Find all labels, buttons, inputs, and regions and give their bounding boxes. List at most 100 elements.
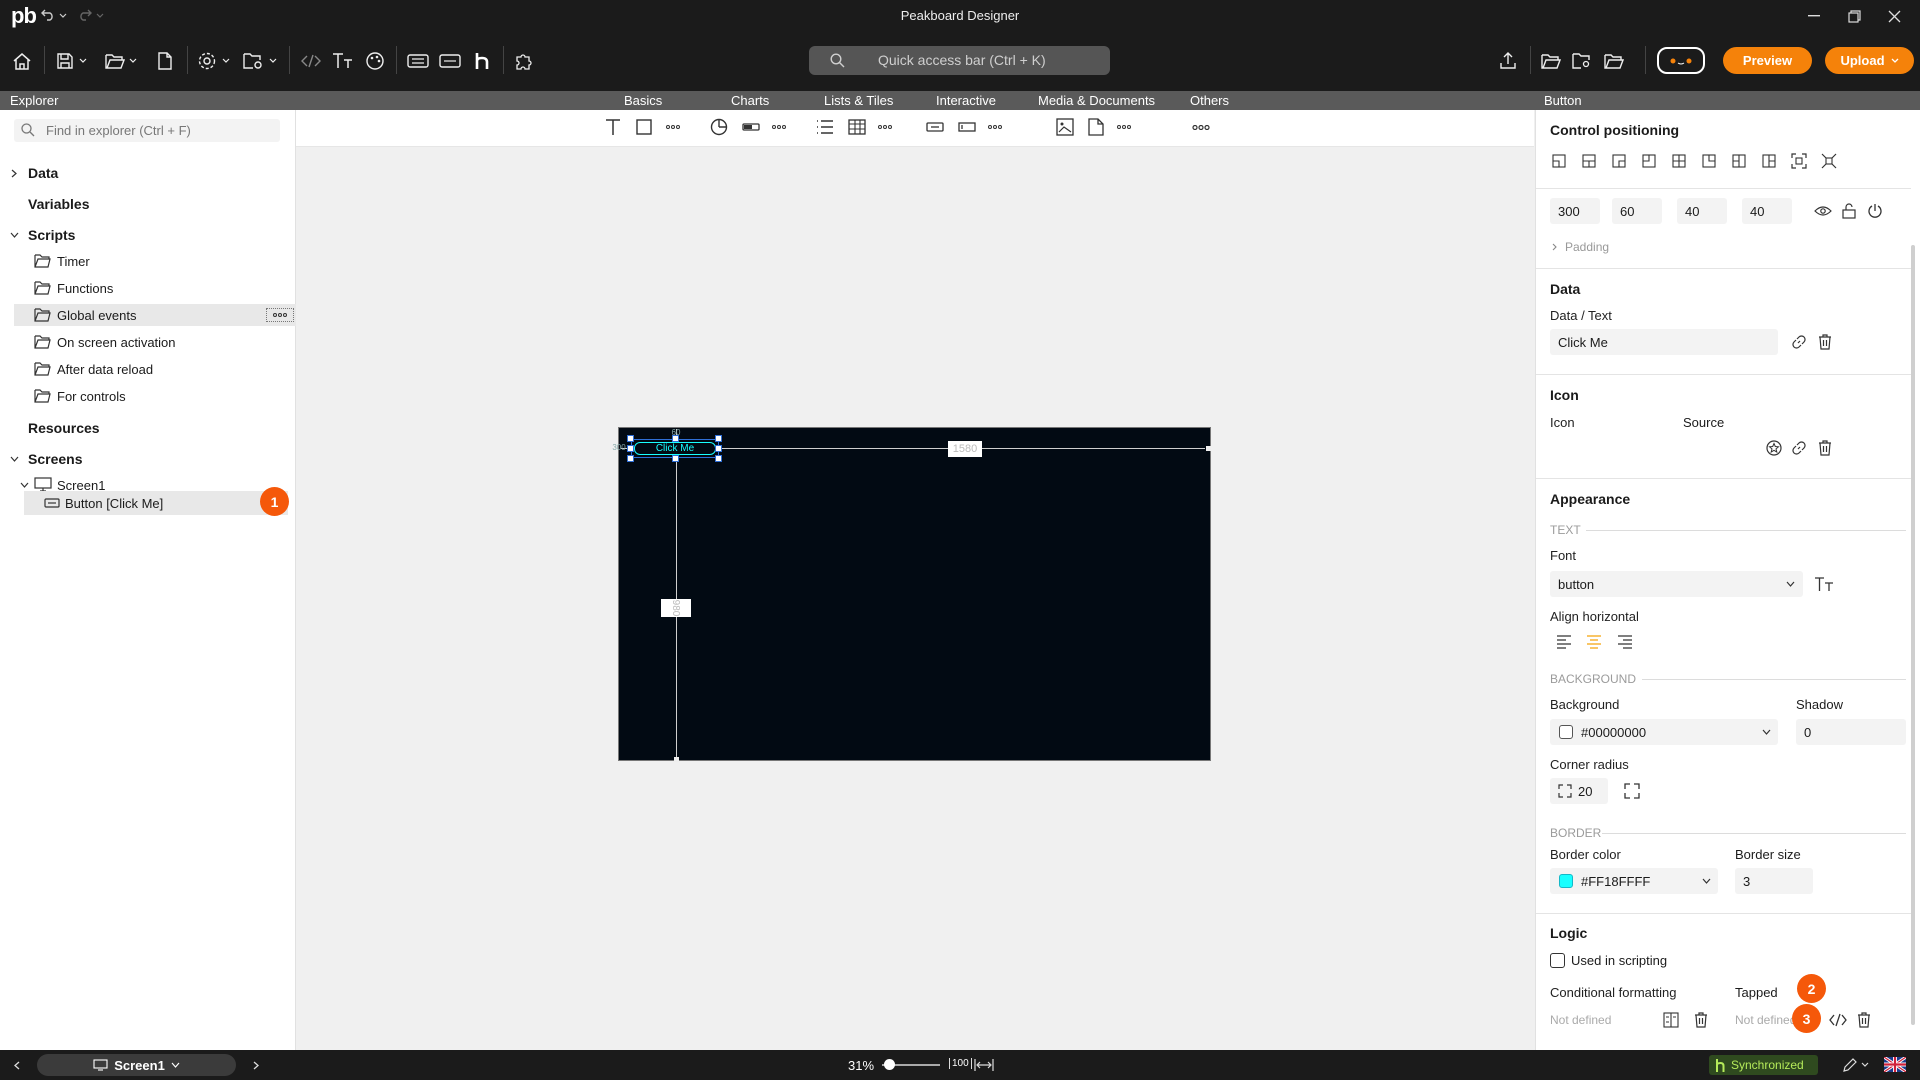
resize-handle-left[interactable] [627, 445, 634, 452]
resize-handle-bottom[interactable] [672, 455, 679, 462]
resize-handle-top[interactable] [672, 435, 679, 442]
tool-category-interactive[interactable]: Interactive [936, 93, 996, 108]
conditional-formatting-edit-icon[interactable] [1661, 1010, 1681, 1030]
trash-icon[interactable] [1815, 438, 1835, 458]
link-icon[interactable] [1789, 332, 1809, 352]
resize-handle-bottom-left[interactable] [627, 455, 634, 462]
trash-icon[interactable] [1691, 1010, 1711, 1030]
tool-category-lists-tiles[interactable]: Lists & Tiles [824, 93, 893, 108]
list-tool-icon[interactable] [815, 117, 835, 137]
tool-category-media-documents[interactable]: Media & Documents [1038, 93, 1155, 108]
open-dropdown-icon[interactable] [128, 55, 138, 65]
position-top-field[interactable]: 60 [1612, 198, 1662, 224]
tree-item-button-click-me[interactable]: Button [Click Me] [24, 491, 288, 515]
export-icon[interactable] [1497, 50, 1519, 72]
trash-icon[interactable] [1854, 1010, 1874, 1030]
zoom-slider-thumb[interactable] [884, 1059, 895, 1070]
palette-icon[interactable] [364, 50, 386, 72]
pen-dropdown-icon[interactable] [1861, 1062, 1869, 1067]
more-media-icon[interactable] [1114, 117, 1134, 137]
open-folder-icon[interactable] [104, 50, 126, 72]
pie-chart-tool-icon[interactable] [709, 117, 729, 137]
resize-handle-right[interactable] [715, 445, 722, 452]
resize-handle-top-left[interactable] [627, 435, 634, 442]
background-color-select[interactable]: #00000000 [1550, 719, 1778, 745]
align-middle-right-icon[interactable] [1760, 152, 1778, 170]
zoom-slider[interactable] [882, 1059, 940, 1070]
resize-handle-bottom-right[interactable] [715, 455, 722, 462]
folder-open-icon[interactable] [1603, 50, 1625, 72]
script-item-timer[interactable]: Timer [0, 250, 296, 272]
align-top-center-icon[interactable] [1580, 152, 1598, 170]
align-bottom-right-icon[interactable] [1700, 152, 1718, 170]
sdata-icon[interactable] [438, 50, 462, 72]
script-item-after-data-reload[interactable]: After data reload [0, 358, 296, 380]
home-icon[interactable] [10, 50, 34, 72]
more-charts-icon[interactable] [769, 117, 789, 137]
chevron-down-icon[interactable] [10, 456, 19, 462]
more-interactive-icon[interactable] [985, 117, 1005, 137]
lock-icon[interactable] [1839, 201, 1859, 221]
save-dropdown-icon[interactable] [78, 55, 88, 65]
chevron-right-icon[interactable] [1552, 243, 1557, 251]
align-center-text-icon[interactable] [1584, 633, 1604, 651]
data-text-input[interactable]: Click Me [1550, 329, 1778, 355]
tree-item-variables[interactable]: Variables [0, 193, 296, 215]
chevron-right-icon[interactable] [11, 169, 17, 178]
stretch-icon[interactable] [1790, 152, 1808, 170]
tree-item-screens[interactable]: Screens [0, 448, 296, 470]
progress-bar-tool-icon[interactable] [741, 117, 761, 137]
shared-folder-icon[interactable] [1571, 50, 1593, 72]
fit-width-icon[interactable] [974, 1058, 994, 1072]
icon-picker-icon[interactable] [1764, 438, 1784, 458]
preview-button[interactable]: Preview [1723, 47, 1812, 74]
more-basics-icon[interactable] [663, 117, 683, 137]
settings-dropdown-icon[interactable] [221, 55, 231, 65]
script-item-on-screen-activation[interactable]: On screen activation [0, 331, 296, 353]
tool-category-charts[interactable]: Charts [731, 93, 769, 108]
resize-handle-top-right[interactable] [715, 435, 722, 442]
text-style-icon[interactable] [1812, 574, 1836, 594]
align-left-icon[interactable] [1554, 633, 1574, 651]
corner-radius-individual-icon[interactable] [1622, 781, 1642, 801]
table-tool-icon[interactable] [847, 117, 867, 137]
border-color-select[interactable]: #FF18FFFF [1550, 868, 1718, 894]
chevron-down-icon[interactable] [20, 482, 29, 488]
new-file-icon[interactable] [154, 50, 176, 72]
power-icon[interactable] [1865, 201, 1885, 221]
quick-access-bar[interactable]: Quick access bar (Ctrl + K) [809, 46, 1110, 75]
box-connection-icon[interactable] [1657, 47, 1705, 74]
odata-icon[interactable] [406, 50, 430, 72]
screen-selector[interactable]: Screen1 [37, 1054, 236, 1076]
align-right-icon[interactable] [1615, 633, 1635, 651]
tree-item-data[interactable]: Data [0, 162, 296, 184]
position-left-field[interactable]: 300 [1550, 198, 1600, 224]
height-field[interactable]: 40 [1742, 198, 1792, 224]
fill-parent-icon[interactable] [1820, 152, 1838, 170]
tree-item-resources[interactable]: Resources [0, 417, 296, 439]
chevron-down-icon[interactable] [10, 232, 19, 238]
align-top-right-icon[interactable] [1610, 152, 1628, 170]
padding-toggle[interactable]: Padding [1565, 240, 1609, 254]
settings-gear-icon[interactable] [196, 50, 218, 72]
visibility-eye-icon[interactable] [1813, 202, 1833, 220]
used-in-scripting-checkbox[interactable] [1550, 953, 1565, 968]
extensions-icon[interactable] [513, 50, 535, 72]
close-icon[interactable] [1882, 6, 1906, 26]
zoom-100-button[interactable]: 100 [949, 1058, 972, 1069]
more-lists-icon[interactable] [875, 117, 895, 137]
rectangle-tool-icon[interactable] [634, 117, 654, 137]
save-icon[interactable] [54, 50, 76, 72]
link-icon[interactable] [1789, 438, 1809, 458]
corner-radius-input[interactable]: 20 [1550, 778, 1608, 804]
script-item-global-events[interactable]: Global events [14, 304, 296, 326]
width-field[interactable]: 40 [1677, 198, 1727, 224]
folder-settings-dropdown-icon[interactable] [268, 55, 278, 65]
panel-scrollbar[interactable] [1911, 245, 1915, 1025]
screen-canvas[interactable] [618, 427, 1211, 761]
align-bottom-left-icon[interactable] [1640, 152, 1658, 170]
folder-icon[interactable] [1540, 50, 1562, 72]
hub-icon[interactable] [472, 50, 492, 72]
tool-category-basics[interactable]: Basics [624, 93, 662, 108]
align-top-left-icon[interactable] [1550, 152, 1568, 170]
